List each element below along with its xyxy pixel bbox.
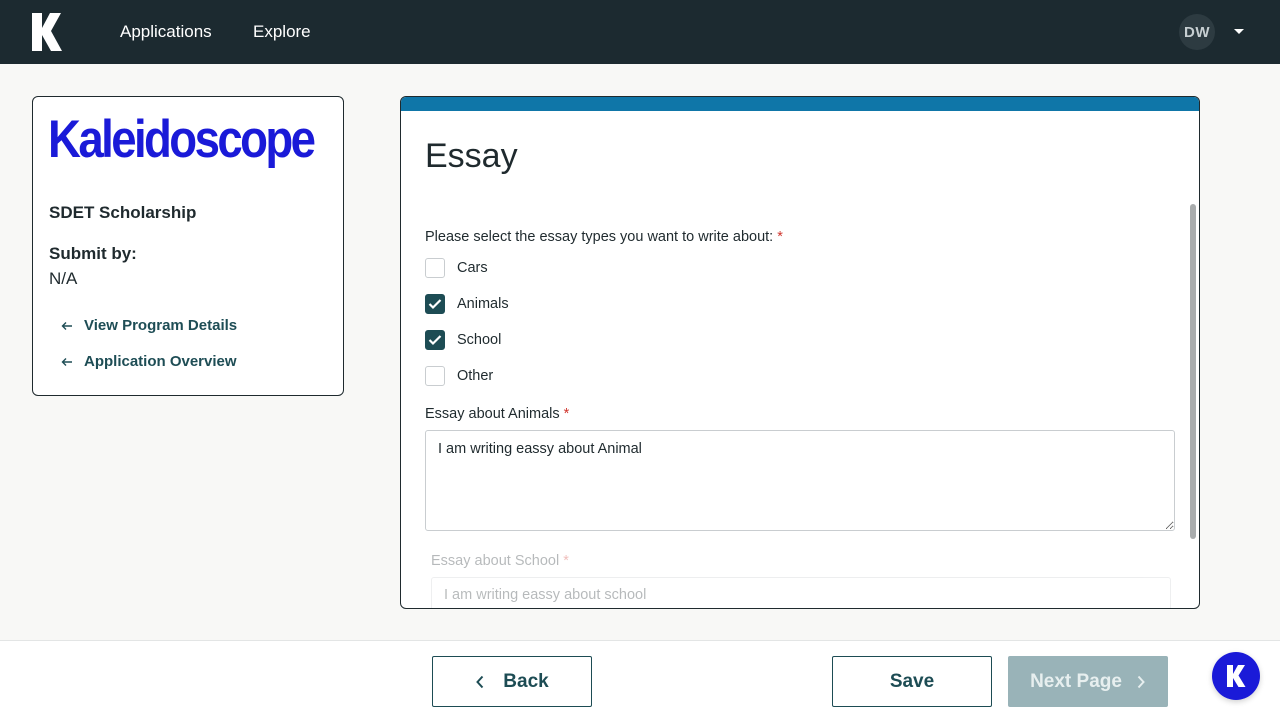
submit-by-label: Submit by: xyxy=(49,244,137,263)
essay-school-textarea[interactable]: I am writing eassy about school xyxy=(431,577,1171,608)
view-program-details-label: View Program Details xyxy=(84,317,238,334)
checkbox-other[interactable]: Other xyxy=(425,366,493,386)
chevron-left-icon xyxy=(476,675,484,688)
essay-panel: Essay Please select the essay types you … xyxy=(400,96,1200,609)
checkbox-box[interactable] xyxy=(425,330,445,350)
help-chat-button[interactable] xyxy=(1212,652,1260,700)
program-name: SDET Scholarship xyxy=(49,203,197,222)
checkbox-box[interactable] xyxy=(425,366,445,386)
nav-applications[interactable]: Applications xyxy=(120,22,212,42)
essay-animals-textarea[interactable]: I am writing eassy about Animal xyxy=(425,430,1175,531)
checkbox-label: Other xyxy=(457,368,494,384)
arrow-left-icon xyxy=(61,321,72,330)
save-button[interactable]: Save xyxy=(832,656,992,707)
required-mark: * xyxy=(777,229,783,245)
back-button-label: Back xyxy=(503,670,549,692)
panel-scrollbar[interactable] xyxy=(1190,204,1196,539)
checkbox-animals[interactable]: Animals xyxy=(425,294,509,314)
essay-type-question-text: Please select the essay types you want t… xyxy=(425,229,774,245)
required-mark: * xyxy=(563,553,569,569)
checkmark-icon xyxy=(428,299,442,310)
essay-animals-label-text: Essay about Animals xyxy=(425,406,560,422)
program-card: Kaleidoscope SDET Scholarship Submit by:… xyxy=(32,96,344,396)
arrow-left-icon xyxy=(61,357,72,366)
submit-by-value: N/A xyxy=(49,269,78,288)
back-button[interactable]: Back xyxy=(432,656,592,707)
checkbox-label: Animals xyxy=(457,296,509,312)
nav-explore[interactable]: Explore xyxy=(253,22,311,42)
top-navbar: Applications Explore DW xyxy=(0,0,1280,64)
checkbox-label: Cars xyxy=(457,260,488,276)
essay-school-label-text: Essay about School xyxy=(431,553,560,569)
essay-school-label: Essay about School * xyxy=(431,553,569,569)
view-program-details-link[interactable]: View Program Details xyxy=(61,317,237,334)
k-logo-icon[interactable] xyxy=(30,12,64,52)
footer-bar: Back Save Next Page xyxy=(0,640,1280,720)
save-button-label: Save xyxy=(889,670,935,692)
kaleidoscope-logo: Kaleidoscope xyxy=(48,110,316,169)
page-title: Essay xyxy=(425,137,518,175)
required-mark: * xyxy=(563,406,570,422)
checkmark-icon xyxy=(428,335,442,346)
checkbox-school[interactable]: School xyxy=(425,330,501,350)
application-overview-link[interactable]: Application Overview xyxy=(61,353,237,370)
essay-animals-label: Essay about Animals * xyxy=(425,406,569,422)
checkbox-box[interactable] xyxy=(425,294,445,314)
checkbox-label: School xyxy=(457,332,502,348)
checkbox-cars[interactable]: Cars xyxy=(425,258,488,278)
k-chat-icon xyxy=(1227,665,1246,687)
user-avatar[interactable]: DW xyxy=(1179,14,1215,50)
chevron-right-icon xyxy=(1137,675,1145,688)
application-overview-label: Application Overview xyxy=(84,353,237,370)
checkbox-box[interactable] xyxy=(425,258,445,278)
essay-type-question: Please select the essay types you want t… xyxy=(425,229,783,245)
caret-down-icon[interactable] xyxy=(1233,28,1245,36)
panel-accent-bar xyxy=(401,97,1199,111)
next-page-button[interactable]: Next Page xyxy=(1008,656,1168,707)
next-page-button-label: Next Page xyxy=(1030,670,1122,692)
